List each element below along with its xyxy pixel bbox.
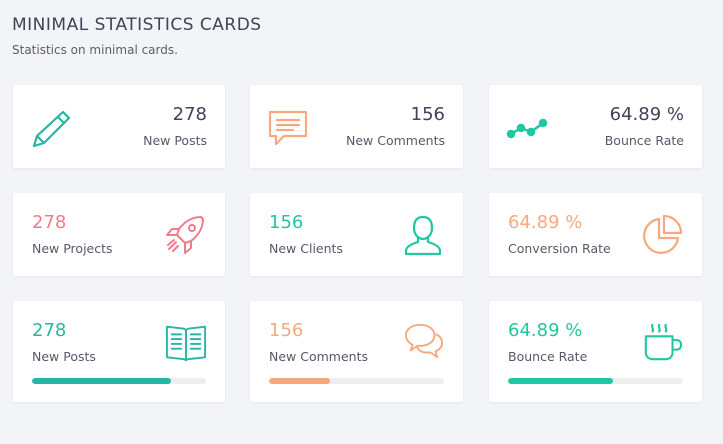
stat-value: 278 (32, 212, 67, 233)
book-icon (165, 325, 207, 362)
stat-value: 278 (172, 104, 207, 125)
stat-card-new-posts-progress: 278 New Posts (13, 301, 225, 402)
progress-bar (32, 378, 206, 384)
progress-fill (32, 378, 172, 384)
stat-card-bounce-rate-progress: 64.89 % Bounce Rate (489, 301, 702, 402)
stat-label: Bounce Rate (604, 133, 684, 148)
stat-label: New Projects (32, 241, 113, 256)
stat-card-conversion-rate: 64.89 % Conversion Rate (489, 193, 702, 276)
page-subtitle: Statistics on minimal cards. (12, 43, 178, 57)
pencil-icon (32, 110, 71, 148)
stat-card-new-projects: 278 New Projects (13, 193, 225, 276)
progress-fill (269, 378, 331, 384)
stat-card-bounce-rate: 64.89 % Bounce Rate (489, 85, 702, 168)
stat-card-new-clients: 156 New Clients (250, 193, 463, 276)
chat-bubble-icon (268, 110, 308, 146)
progress-fill (508, 378, 613, 384)
stat-label: Conversion Rate (508, 241, 611, 256)
progress-bar (508, 378, 683, 384)
stat-card-new-posts: 278 New Posts (13, 85, 225, 168)
trend-line-icon (506, 118, 548, 139)
stat-label: New Posts (32, 349, 96, 364)
rocket-icon (166, 216, 204, 254)
pie-chart-icon (643, 214, 683, 254)
stat-label: New Posts (143, 133, 207, 148)
stat-label: New Comments (269, 349, 368, 364)
stat-label: New Clients (269, 241, 343, 256)
stat-value: 156 (410, 104, 445, 125)
stat-value: 64.89 % (609, 104, 684, 125)
stat-value: 64.89 % (508, 320, 583, 341)
user-icon (404, 215, 442, 256)
coffee-cup-icon (644, 323, 683, 361)
stat-label: New Comments (346, 133, 445, 148)
stat-card-new-comments: 156 New Comments (250, 85, 463, 168)
page-title: MINIMAL STATISTICS CARDS (12, 15, 262, 35)
stat-value: 64.89 % (508, 212, 583, 233)
progress-bar (269, 378, 444, 384)
stat-value: 156 (269, 320, 304, 341)
stat-label: Bounce Rate (508, 349, 588, 364)
chat-bubbles-icon (404, 323, 444, 359)
stat-value: 278 (32, 320, 67, 341)
stat-card-new-comments-progress: 156 New Comments (250, 301, 463, 402)
stat-value: 156 (269, 212, 304, 233)
